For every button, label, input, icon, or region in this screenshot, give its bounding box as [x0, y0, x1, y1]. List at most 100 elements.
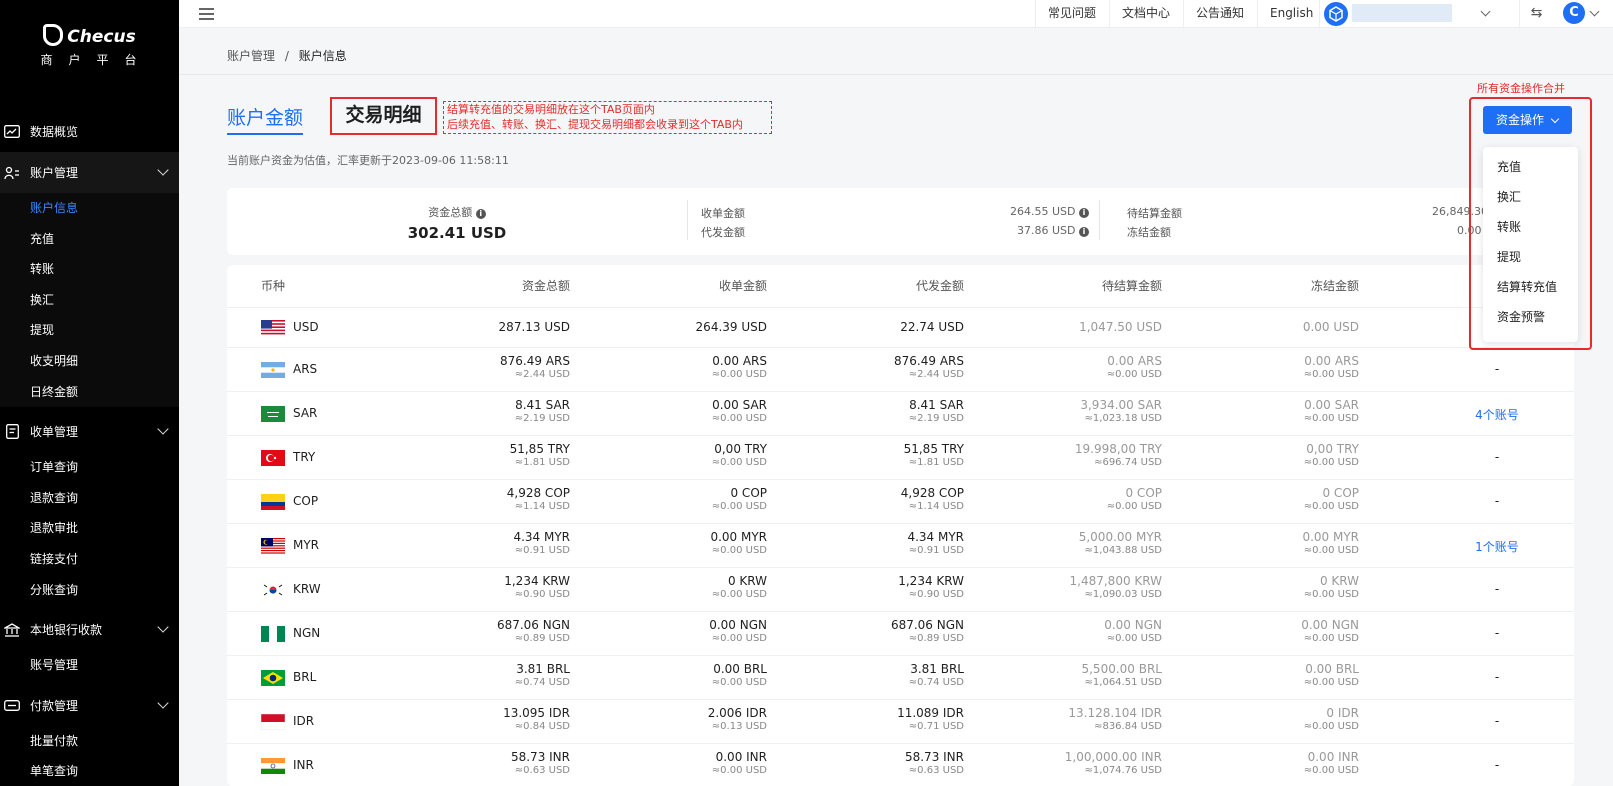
cell-payout: 58.73 INR ≈0.63 USD [905, 750, 964, 776]
cell-value: 0.00 MYR [710, 530, 767, 544]
cell-pending: 0.00 NGN ≈0.00 USD [1104, 618, 1162, 644]
account-placeholder: - [1494, 758, 1500, 772]
cell-usd-equivalent: ≈836.84 USD [1094, 721, 1162, 732]
nav-label: 数据概览 [30, 125, 79, 139]
cell-payout: 687.06 NGN ≈0.89 USD [891, 618, 964, 644]
cell-frozen: 0.00 USD [1303, 320, 1359, 334]
cell-value: 0.00 INR [715, 750, 767, 764]
cell-payout: 4.34 MYR ≈0.91 USD [907, 530, 964, 556]
menu-item-settlement-to-recharge[interactable]: 结算转充值 [1497, 278, 1557, 295]
tab-account-amount[interactable]: 账户金额 [227, 103, 304, 135]
nav-local-bank-collection[interactable]: 本地银行收款 [0, 609, 179, 650]
sidebar-item-refund-approval[interactable]: 退款审批 [0, 513, 179, 544]
currency-table: 币种 资金总额 收单金额 代发金额 待结算金额 冻结金额 账号 USD287.1… [227, 265, 1574, 786]
brand-name: Checus [67, 27, 136, 47]
account-count-link[interactable]: 1个账号 [1467, 538, 1527, 555]
breadcrumb-parent[interactable]: 账户管理 [227, 49, 275, 63]
fund-operations-button[interactable]: 资金操作 [1483, 106, 1572, 134]
cell-value: 0,00 TRY [1306, 442, 1359, 456]
payout-value: 37.86 USD [1017, 224, 1076, 237]
flag-ars-icon [261, 362, 285, 378]
cell-value: 4,928 COP [506, 486, 570, 500]
sidebar-item-batch-payment[interactable]: 批量付款 [0, 726, 179, 757]
flag-idr-icon [260, 713, 286, 731]
cell-usd-equivalent: ≈696.74 USD [1094, 457, 1162, 468]
chevron-down-icon[interactable] [1589, 6, 1600, 17]
merchant-name-redacted [1352, 4, 1452, 22]
nav-data-overview[interactable]: 数据概览 [0, 111, 179, 152]
cell-value: 13.095 IDR [503, 706, 570, 720]
sidebar-item-single-query[interactable]: 单笔查询 [0, 756, 179, 786]
cell-pending: 1,00,000.00 INR ≈1,074.76 USD [1065, 750, 1162, 776]
cell-usd-equivalent: ≈0.00 USD [711, 633, 767, 644]
sidebar-item-account-number-management[interactable]: 账号管理 [0, 650, 179, 681]
cell-pending: 5,500.00 BRL ≈1,064.51 USD [1081, 662, 1162, 688]
currency-code: COP [293, 494, 319, 508]
cell-pending: 1,047.50 USD [1079, 320, 1162, 334]
sidebar-item-transfer[interactable]: 转账 [0, 254, 179, 285]
sidebar-item-exchange[interactable]: 换汇 [0, 285, 179, 316]
menu-item-transfer[interactable]: 转账 [1497, 218, 1521, 235]
language-switch[interactable]: English [1257, 0, 1325, 28]
cell-acq: 0.00 ARS ≈0.00 USD [712, 354, 767, 380]
cell-value: 13.128.104 IDR [1068, 706, 1162, 720]
menu-item-fund-alert[interactable]: 资金预警 [1497, 308, 1545, 325]
nav-label: 付款管理 [30, 698, 79, 713]
tab-transaction-detail[interactable]: 交易明细 [330, 97, 437, 135]
sidebar-item-withdraw[interactable]: 提现 [0, 315, 179, 346]
sidebar-item-daily-balance[interactable]: 日终金额 [0, 377, 179, 408]
cell-usd-equivalent: ≈0.00 USD [1303, 765, 1359, 776]
sidebar-item-order-query[interactable]: 订单查询 [0, 452, 179, 483]
checus-logo-icon [43, 24, 64, 46]
cell-usd-equivalent: ≈1.14 USD [514, 501, 570, 512]
flag-inr-icon [261, 758, 285, 774]
notices-link[interactable]: 公告通知 [1183, 0, 1256, 28]
cell-acq: 0 KRW ≈0.00 USD [712, 574, 767, 600]
cell-usd-equivalent: ≈0.00 USD [1303, 501, 1359, 512]
cell-value: 4,928 COP [900, 486, 964, 500]
sidebar-item-recharge[interactable]: 充值 [0, 224, 179, 255]
cell-frozen: 0,00 TRY ≈0.00 USD [1304, 442, 1359, 468]
menu-item-exchange[interactable]: 换汇 [1497, 188, 1521, 205]
avatar[interactable]: C [1563, 2, 1585, 24]
cell-usd-equivalent: ≈0.00 USD [1106, 501, 1162, 512]
info-icon[interactable]: i [1079, 208, 1089, 218]
cell-usd-equivalent: ≈0.90 USD [514, 589, 570, 600]
cell-usd-equivalent: ≈1.81 USD [514, 457, 570, 468]
sidebar-item-link-payment[interactable]: 链接支付 [0, 544, 179, 575]
menu-item-withdraw[interactable]: 提现 [1497, 248, 1521, 265]
cell-value: 876.49 ARS [894, 354, 964, 368]
info-icon[interactable]: i [475, 209, 486, 219]
cell-acq: 0,00 TRY ≈0.00 USD [712, 442, 767, 468]
nav-acquiring-management[interactable]: 收单管理 [0, 411, 179, 452]
cell-usd-equivalent: ≈0.00 USD [711, 765, 767, 776]
info-icon[interactable]: i [1079, 227, 1089, 237]
breadcrumb: 账户管理 / 账户信息 [227, 47, 347, 64]
cell-pending: 0 COP ≈0.00 USD [1107, 486, 1162, 512]
cell-total: 4.34 MYR ≈0.91 USD [513, 530, 570, 556]
docs-link[interactable]: 文档中心 [1109, 0, 1182, 28]
menu-icon[interactable] [199, 8, 214, 20]
sidebar-item-account-info[interactable]: 账户信息 [0, 193, 179, 224]
cell-acq: 0.00 MYR ≈0.00 USD [710, 530, 767, 556]
annotation-merge-note: 所有资金操作合并 [1477, 82, 1565, 95]
nav-payment-management[interactable]: 付款管理 [0, 685, 179, 726]
cell-value: 0 IDR [1326, 706, 1359, 720]
nav-account-management[interactable]: 账户管理 [0, 152, 179, 193]
breadcrumb-separator: / [284, 49, 289, 63]
flag-brl-icon [261, 670, 285, 686]
cell-payout: 11.089 IDR ≈0.71 USD [897, 706, 964, 732]
cell-total: 876.49 ARS ≈2.44 USD [500, 354, 570, 380]
faq-link[interactable]: 常见问题 [1035, 0, 1108, 28]
cell-usd-equivalent: ≈0.00 USD [1303, 633, 1359, 644]
sidebar-item-refund-query[interactable]: 退款查询 [0, 483, 179, 514]
menu-item-recharge[interactable]: 充值 [1497, 158, 1521, 175]
cell-value: 876.49 ARS [500, 354, 570, 368]
sidebar-item-split-query[interactable]: 分账查询 [0, 575, 179, 606]
switch-icon[interactable]: ⇆ [1519, 0, 1553, 28]
column-header-payout: 代发金额 [915, 279, 964, 293]
sidebar-item-statement[interactable]: 收支明细 [0, 346, 179, 377]
account-count-link[interactable]: 4个账号 [1467, 406, 1527, 423]
merchant-selector[interactable] [1319, 0, 1519, 28]
cell-usd-equivalent: ≈1,090.03 USD [1084, 589, 1162, 600]
